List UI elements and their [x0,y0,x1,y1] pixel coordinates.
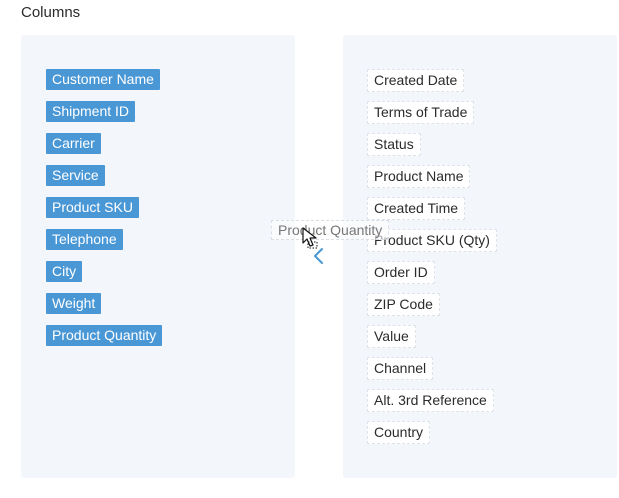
available-column-chip-status[interactable]: Status [367,133,421,156]
selected-column-item: Carrier [46,133,162,165]
available-columns-list: Created Date Terms of Trade Status Produ… [367,69,497,453]
selected-column-chip-city[interactable]: City [46,261,83,282]
available-column-chip-terms-of-trade[interactable]: Terms of Trade [367,101,475,124]
section-title: Columns [21,4,81,21]
drag-ghost-chip: Product Quantity [271,220,390,240]
available-column-item: Product Name [367,165,497,197]
grab-cursor-icon [301,227,319,249]
available-column-chip-zip-code[interactable]: ZIP Code [367,293,440,316]
available-column-chip-created-time[interactable]: Created Time [367,197,466,220]
selected-column-chip-product-sku[interactable]: Product SKU [46,197,139,218]
available-column-chip-value[interactable]: Value [367,325,416,348]
selected-column-chip-service[interactable]: Service [46,165,105,186]
available-column-chip-alt-3rd-reference[interactable]: Alt. 3rd Reference [367,389,494,412]
selected-column-item: Customer Name [46,69,162,101]
available-column-item: Status [367,133,497,165]
selected-column-chip-shipment-id[interactable]: Shipment ID [46,101,136,122]
available-column-item: Alt. 3rd Reference [367,389,497,421]
selected-column-chip-carrier[interactable]: Carrier [46,133,101,154]
available-column-chip-product-name[interactable]: Product Name [367,165,471,188]
available-column-item: ZIP Code [367,293,497,325]
columns-configurator: Columns Customer Name Shipment ID Carrie… [0,0,619,498]
selected-column-item: Shipment ID [46,101,162,133]
available-column-chip-created-date[interactable]: Created Date [367,69,465,92]
selected-columns-list: Customer Name Shipment ID Carrier Servic… [46,69,163,357]
available-column-item: Channel [367,357,497,389]
selected-column-item: Telephone [46,229,162,261]
selected-column-item: Service [46,165,162,197]
selected-column-item: Product SKU [46,197,162,229]
selected-column-chip-weight[interactable]: Weight [46,293,102,314]
selected-column-chip-product-quantity[interactable]: Product Quantity [46,325,163,346]
available-column-item: Created Date [367,69,497,101]
available-column-item: Terms of Trade [367,101,497,133]
selected-column-item: Weight [46,293,162,325]
available-column-item: Country [367,421,497,453]
selected-column-chip-customer-name[interactable]: Customer Name [46,69,160,90]
available-column-chip-country[interactable]: Country [367,421,431,444]
selected-column-item: Product Quantity [46,325,163,357]
available-column-chip-channel[interactable]: Channel [367,357,434,380]
available-column-chip-order-id[interactable]: Order ID [367,261,435,284]
selected-columns-panel: Customer Name Shipment ID Carrier Servic… [21,35,295,478]
available-column-item: Value [367,325,497,357]
selected-column-chip-telephone[interactable]: Telephone [46,229,123,250]
available-column-item: Order ID [367,261,497,293]
selected-column-item: City [46,261,162,293]
available-columns-panel: Created Date Terms of Trade Status Produ… [343,35,617,478]
